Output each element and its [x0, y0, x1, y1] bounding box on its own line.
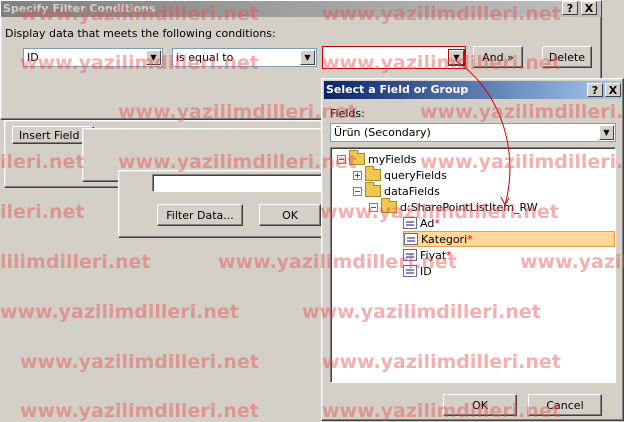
annotation-arrow [454, 59, 511, 206]
